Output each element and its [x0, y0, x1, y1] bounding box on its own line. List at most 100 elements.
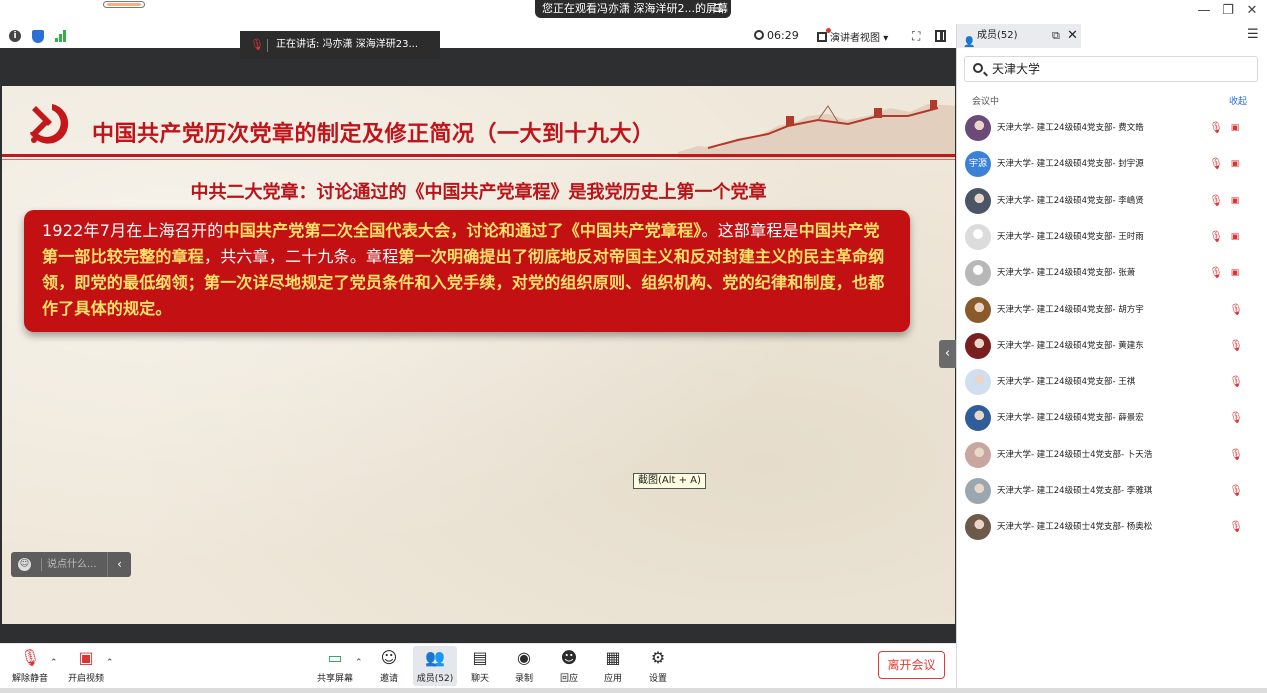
avatar	[965, 514, 991, 541]
mic-muted-icon[interactable]: 🎙	[1229, 521, 1243, 533]
mic-muted-icon[interactable]: 🎙	[1229, 412, 1243, 424]
record-label: 录制	[514, 674, 533, 684]
reactions-button[interactable]: ☻ 回应	[547, 648, 591, 684]
start-video-button[interactable]: ▣ 开启视频	[64, 648, 108, 684]
mic-muted-icon[interactable]: 🎙	[1229, 448, 1243, 461]
title-rule-thin	[2, 159, 955, 160]
great-wall-graphic	[678, 100, 955, 158]
member-name: 天津大学- 建工24级硕士4党支部- 卜天浩	[997, 449, 1153, 460]
avatar	[965, 115, 991, 141]
emoji-icon[interactable]: ☺	[18, 558, 31, 571]
close-panel-icon[interactable]: ✕	[1067, 24, 1078, 48]
unmute-label: 解除静音	[11, 674, 48, 684]
mic-muted-icon[interactable]: 🎙	[1229, 303, 1243, 316]
divider	[267, 39, 268, 52]
member-row[interactable]: 天津大学- 建工24级硕4党支部- 王祺 🎙	[957, 364, 1267, 400]
security-shield-icon[interactable]	[32, 30, 44, 43]
member-row[interactable]: 天津大学- 建工24级硕士4党支部- 杨奥松 🎙	[957, 509, 1267, 545]
view-mode-dropdown[interactable]: 演讲者视图 ▾	[817, 28, 888, 44]
members-label: 成员(52)	[416, 674, 454, 684]
members-button[interactable]: 👥 成员(52)	[413, 646, 457, 686]
member-row[interactable]: 天津大学- 建工24级硕4党支部- 黄建东 🎙	[957, 328, 1267, 364]
camera-off-icon[interactable]: ▣	[1229, 268, 1241, 278]
body-text-0: 1922年7月在上海召开的	[42, 221, 224, 240]
menu-icon[interactable]: ☰	[713, 0, 723, 18]
member-search-input[interactable]: 天津大学	[964, 56, 1258, 82]
video-options-chevron-icon[interactable]: ⌃	[106, 658, 114, 668]
record-button[interactable]: ◉ 录制	[502, 648, 546, 684]
share-screen-button[interactable]: ▭ 共享屏幕	[313, 648, 357, 684]
member-row[interactable]: 宇源 天津大学- 建工24级硕4党支部- 封宇源 🎙 ▣	[957, 146, 1267, 182]
mic-muted-icon[interactable]: 🎙	[1209, 230, 1223, 243]
member-row[interactable]: 天津大学- 建工24级硕4党支部- 张萧 🎙 ▣	[957, 255, 1267, 291]
shared-screen: 中国共产党历次党章的制定及修正简况（一大到十九大） 中共二大党章：讨论通过的《中…	[0, 31, 956, 643]
apps-button[interactable]: ▦ 应用	[591, 648, 635, 684]
avatar	[965, 441, 991, 468]
member-name: 天津大学- 建工24级硕4党支部- 胡方宇	[997, 304, 1144, 315]
mic-muted-icon[interactable]: 🎙	[1209, 158, 1223, 170]
camera-off-icon[interactable]: ▣	[1229, 196, 1241, 206]
member-row[interactable]: 天津大学- 建工24级硕士4党支部- 卜天浩 🎙	[957, 437, 1267, 473]
mic-muted-icon[interactable]: 🎙	[1209, 122, 1223, 134]
camera-off-icon[interactable]: ▣	[1229, 123, 1241, 133]
member-row[interactable]: 天津大学- 建工24级硕4党支部- 薛景宏 🎙	[957, 400, 1267, 436]
search-value[interactable]: 天津大学	[992, 62, 1040, 76]
share-screen-label: 共享屏幕	[316, 674, 353, 684]
meeting-toolbar: 🎙 解除静音 ⌃ ▣ 开启视频 ⌃ ▭ 共享屏幕 ⌃ ☺ 邀请 👥 成员(52)…	[0, 643, 956, 688]
popout-icon[interactable]: ⧉	[1052, 24, 1060, 48]
mic-off-icon: 🎙	[20, 648, 41, 667]
share-options-chevron-icon[interactable]: ⌃	[355, 658, 363, 668]
screenshot-tooltip: 截图(Alt + A)	[633, 473, 706, 489]
chat-button[interactable]: ▤ 聊天	[458, 648, 502, 684]
member-row[interactable]: 天津大学- 建工24级硕4党支部- 胡方宇 🎙	[957, 292, 1267, 328]
mic-muted-icon[interactable]: 🎙	[1229, 339, 1243, 352]
collapse-chat-icon[interactable]: ‹	[107, 552, 131, 577]
panel-toggle-handle[interactable]: ‹	[939, 340, 956, 368]
invite-button[interactable]: ☺ 邀请	[367, 648, 411, 684]
invite-label: 邀请	[379, 674, 398, 684]
panel-menu-icon[interactable]: ☰	[1247, 27, 1259, 42]
body-text-4: ，共六章，二十九条。章程	[204, 247, 399, 266]
member-name: 天津大学- 建工24级硕4党支部- 王祺	[997, 377, 1136, 388]
meeting-timer[interactable]: 06:29	[754, 29, 799, 42]
person-icon: 👤	[963, 37, 976, 48]
fullscreen-icon[interactable]: ⛶	[912, 29, 920, 44]
close-window-button[interactable]: ✕	[1242, 3, 1262, 18]
mic-muted-icon[interactable]: 🎙	[1229, 485, 1243, 497]
avatar	[965, 405, 991, 432]
chat-placeholder[interactable]: 说点什么...	[41, 558, 97, 571]
mic-muted-icon[interactable]: 🎙	[1229, 376, 1243, 388]
members-icon: 👥	[425, 648, 445, 667]
chat-quick-input[interactable]: ☺ 说点什么... ‹	[11, 552, 131, 577]
member-row[interactable]: 天津大学- 建工24级硕4党支部- 李嶋贤 🎙 ▣	[957, 183, 1267, 219]
view-mode-label: 演讲者视图	[830, 33, 880, 44]
settings-button[interactable]: ⚙ 设置	[636, 648, 680, 684]
avatar: 宇源	[965, 151, 991, 178]
drag-pill[interactable]	[103, 1, 145, 8]
member-row[interactable]: 天津大学- 建工24级硕士4党支部- 李雅琪 🎙	[957, 473, 1267, 509]
audio-options-chevron-icon[interactable]: ⌃	[50, 658, 58, 668]
leave-meeting-button[interactable]: 离开会议	[878, 651, 945, 679]
member-row[interactable]: 天津大学- 建工24级硕4党支部- 王时雨 🎙 ▣	[957, 219, 1267, 255]
collapse-link[interactable]: 收起	[1229, 94, 1247, 107]
in-meeting-label: 会议中	[972, 97, 1000, 107]
mic-muted-icon[interactable]: 🎙	[1209, 194, 1223, 207]
body-highlight-1: 中国共产党第二次全国代表大会，讨论和通过了《中国共产党章程》	[223, 221, 702, 240]
member-row[interactable]: 天津大学- 建工24级硕4党支部- 费文皓 🎙 ▣	[957, 110, 1267, 146]
title-rule	[2, 154, 955, 157]
unmute-button[interactable]: 🎙 解除静音	[8, 648, 52, 684]
restore-button[interactable]: ❐	[1218, 3, 1238, 18]
member-name: 天津大学- 建工24级硕士4党支部- 杨奥松	[997, 522, 1153, 533]
mic-muted-icon[interactable]: 🎙	[1209, 267, 1223, 279]
layout-icon[interactable]	[935, 30, 946, 42]
camera-off-icon[interactable]: ▣	[1229, 232, 1241, 242]
signal-icon[interactable]	[55, 30, 67, 42]
camera-off-icon[interactable]: ▣	[1229, 159, 1241, 169]
taskbar-strip	[0, 688, 1267, 693]
members-tab[interactable]: 👤 成员(52) ⧉ ✕	[957, 24, 1081, 48]
mic-muted-icon: 🎙	[250, 38, 264, 51]
watching-banner[interactable]: 您正在观看冯亦潇 深海洋研2...的屏幕 ☰	[535, 0, 731, 18]
minimize-button[interactable]: —	[1194, 3, 1214, 18]
panel-header: 👤 成员(52) ⧉ ✕ ☰	[957, 24, 1267, 48]
info-icon[interactable]: i	[9, 30, 21, 42]
